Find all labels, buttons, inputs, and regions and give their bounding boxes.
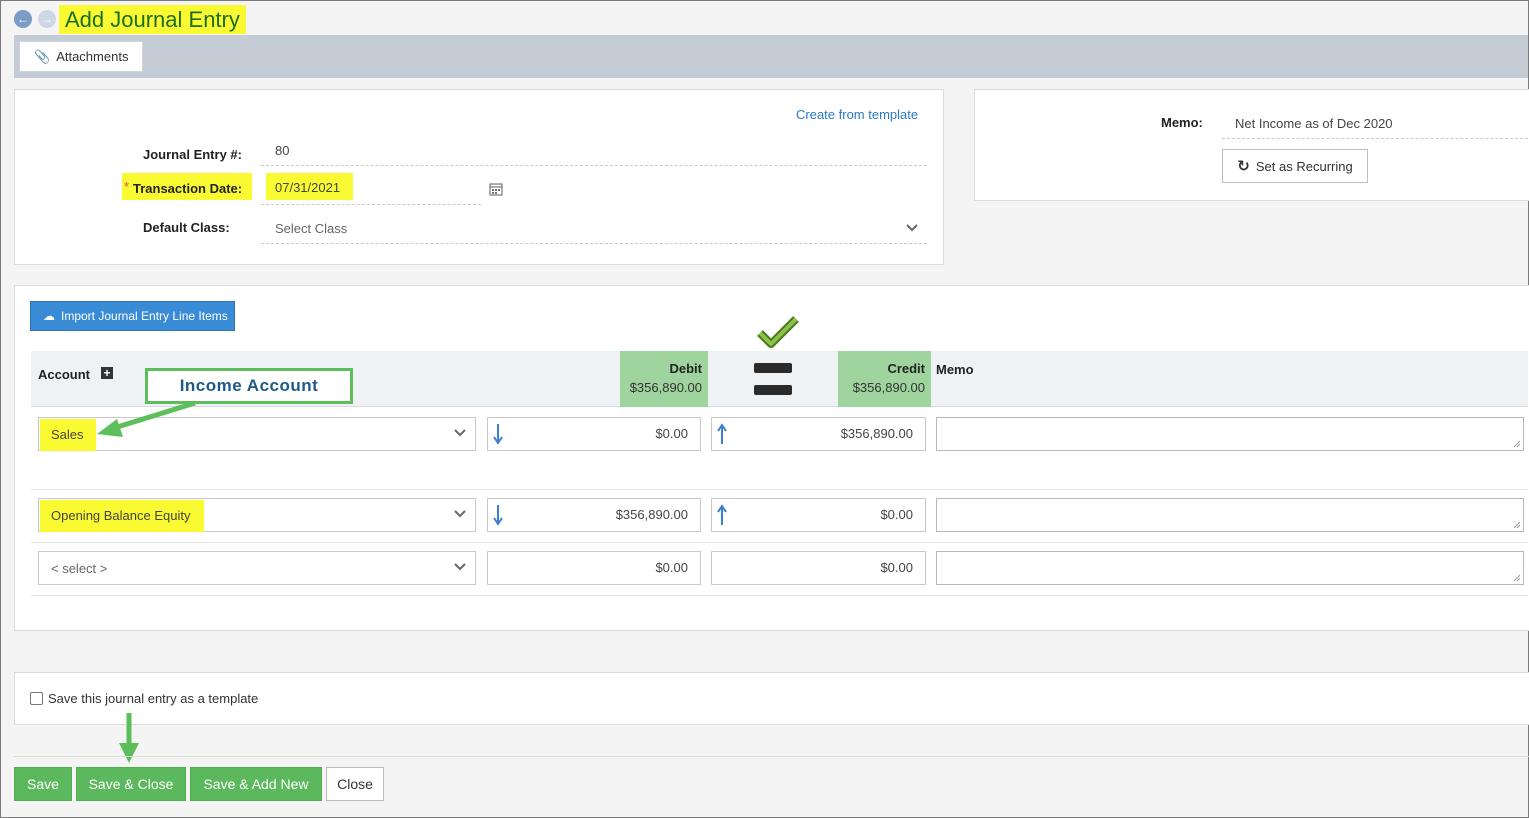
row-divider bbox=[31, 595, 1528, 596]
journal-entry-underline bbox=[261, 165, 927, 166]
default-class-label: Default Class: bbox=[143, 220, 230, 235]
checkmark-icon bbox=[757, 316, 799, 348]
save-close-button[interactable]: Save & Close bbox=[76, 767, 186, 801]
set-as-recurring-button[interactable]: ↻ Set as Recurring bbox=[1222, 149, 1368, 183]
credit-value-row-3: $0.00 bbox=[880, 560, 913, 575]
set-as-recurring-label: Set as Recurring bbox=[1255, 158, 1353, 174]
equals-icon-lower bbox=[754, 385, 792, 395]
memo-input-row-2[interactable] bbox=[936, 498, 1524, 532]
forward-icon[interactable]: → bbox=[38, 10, 56, 28]
resize-grip-icon[interactable] bbox=[1513, 521, 1521, 529]
debit-total: $356,890.00 bbox=[629, 380, 702, 395]
arrow-down-icon bbox=[493, 424, 503, 445]
transaction-date-input[interactable]: 07/31/2021 bbox=[275, 180, 340, 195]
credit-input-row-2[interactable]: $0.00 bbox=[711, 498, 926, 532]
memo-column-header: Memo bbox=[936, 362, 974, 377]
account-value-row-1: Sales bbox=[51, 427, 84, 442]
attachments-label: Attachments bbox=[56, 49, 129, 64]
toolbar bbox=[14, 35, 1528, 78]
equals-icon bbox=[754, 363, 792, 373]
row-divider bbox=[31, 542, 1528, 543]
resize-grip-icon[interactable] bbox=[1513, 440, 1521, 448]
required-mark: * bbox=[124, 179, 130, 194]
attachments-button[interactable]: 📎 Attachments bbox=[19, 41, 143, 72]
debit-column-header: Debit $356,890.00 bbox=[620, 351, 708, 407]
memo-input-row-1[interactable] bbox=[936, 417, 1524, 451]
credit-header-label: Credit bbox=[887, 361, 925, 376]
cloud-upload-icon: ☁ bbox=[43, 309, 55, 323]
save-button[interactable]: Save bbox=[14, 767, 72, 801]
calendar-icon[interactable] bbox=[489, 182, 503, 196]
memo-input[interactable]: Net Income as of Dec 2020 bbox=[1235, 116, 1393, 131]
debit-input-row-1[interactable]: $0.00 bbox=[487, 417, 701, 451]
refresh-icon: ↻ bbox=[1237, 158, 1250, 175]
debit-value-row-3: $0.00 bbox=[655, 560, 688, 575]
debit-input-row-3[interactable]: $0.00 bbox=[487, 551, 701, 585]
arrow-up-icon bbox=[717, 504, 727, 525]
close-button[interactable]: Close bbox=[326, 767, 384, 801]
credit-value-row-1: $356,890.00 bbox=[840, 426, 913, 441]
paperclip-icon: 📎 bbox=[34, 48, 51, 64]
account-value-row-2: Opening Balance Equity bbox=[51, 508, 191, 523]
import-line-items-button[interactable]: ☁ Import Journal Entry Line Items bbox=[30, 301, 235, 331]
chevron-down-icon bbox=[454, 563, 466, 571]
income-account-callout: Income Account bbox=[145, 368, 353, 404]
debit-header-label: Debit bbox=[669, 361, 703, 376]
chevron-down-icon bbox=[454, 429, 466, 437]
memo-panel bbox=[974, 89, 1529, 201]
debit-value-row-1: $0.00 bbox=[655, 426, 688, 441]
row-divider bbox=[31, 489, 1528, 490]
chevron-down-icon bbox=[454, 510, 466, 518]
template-checkbox[interactable] bbox=[30, 692, 43, 705]
credit-column-header: Credit $356,890.00 bbox=[838, 351, 931, 407]
arrow-up-icon bbox=[717, 423, 727, 444]
create-from-template-link[interactable]: Create from template bbox=[796, 107, 918, 122]
account-select-row-3[interactable]: < select > bbox=[38, 551, 476, 585]
credit-value-row-2: $0.00 bbox=[880, 507, 913, 522]
page-title: Add Journal Entry bbox=[59, 5, 246, 34]
credit-input-row-1[interactable]: $356,890.00 bbox=[711, 417, 926, 451]
chevron-down-icon[interactable] bbox=[905, 222, 919, 234]
default-class-underline bbox=[261, 243, 927, 244]
account-column-header: Account bbox=[38, 367, 90, 382]
default-class-select[interactable]: Select Class bbox=[275, 221, 347, 236]
import-line-items-label: Import Journal Entry Line Items bbox=[61, 309, 228, 323]
transaction-date-underline bbox=[261, 204, 481, 205]
back-icon[interactable]: ← bbox=[14, 10, 32, 28]
credit-total: $356,890.00 bbox=[852, 380, 925, 395]
memo-input-row-3[interactable] bbox=[936, 551, 1524, 585]
journal-entry-label: Journal Entry #: bbox=[143, 147, 242, 162]
footer-divider bbox=[14, 756, 1529, 757]
memo-underline bbox=[1222, 138, 1528, 139]
debit-input-row-2[interactable]: $356,890.00 bbox=[487, 498, 701, 532]
save-add-new-button[interactable]: Save & Add New bbox=[190, 767, 322, 801]
arrow-down-icon bbox=[493, 505, 503, 526]
memo-label: Memo: bbox=[1161, 115, 1203, 130]
credit-input-row-3[interactable]: $0.00 bbox=[711, 551, 926, 585]
add-account-icon[interactable]: + bbox=[101, 367, 113, 379]
debit-value-row-2: $356,890.00 bbox=[615, 507, 688, 522]
journal-entry-number[interactable]: 80 bbox=[275, 143, 289, 158]
transaction-date-label: Transaction Date: bbox=[133, 181, 243, 196]
account-value-row-3: < select > bbox=[51, 561, 108, 576]
account-select-row-2[interactable]: Opening Balance Equity bbox=[38, 498, 476, 532]
resize-grip-icon[interactable] bbox=[1513, 574, 1521, 582]
down-arrow-annotation-icon bbox=[119, 713, 139, 763]
template-checkbox-label: Save this journal entry as a template bbox=[48, 691, 259, 706]
